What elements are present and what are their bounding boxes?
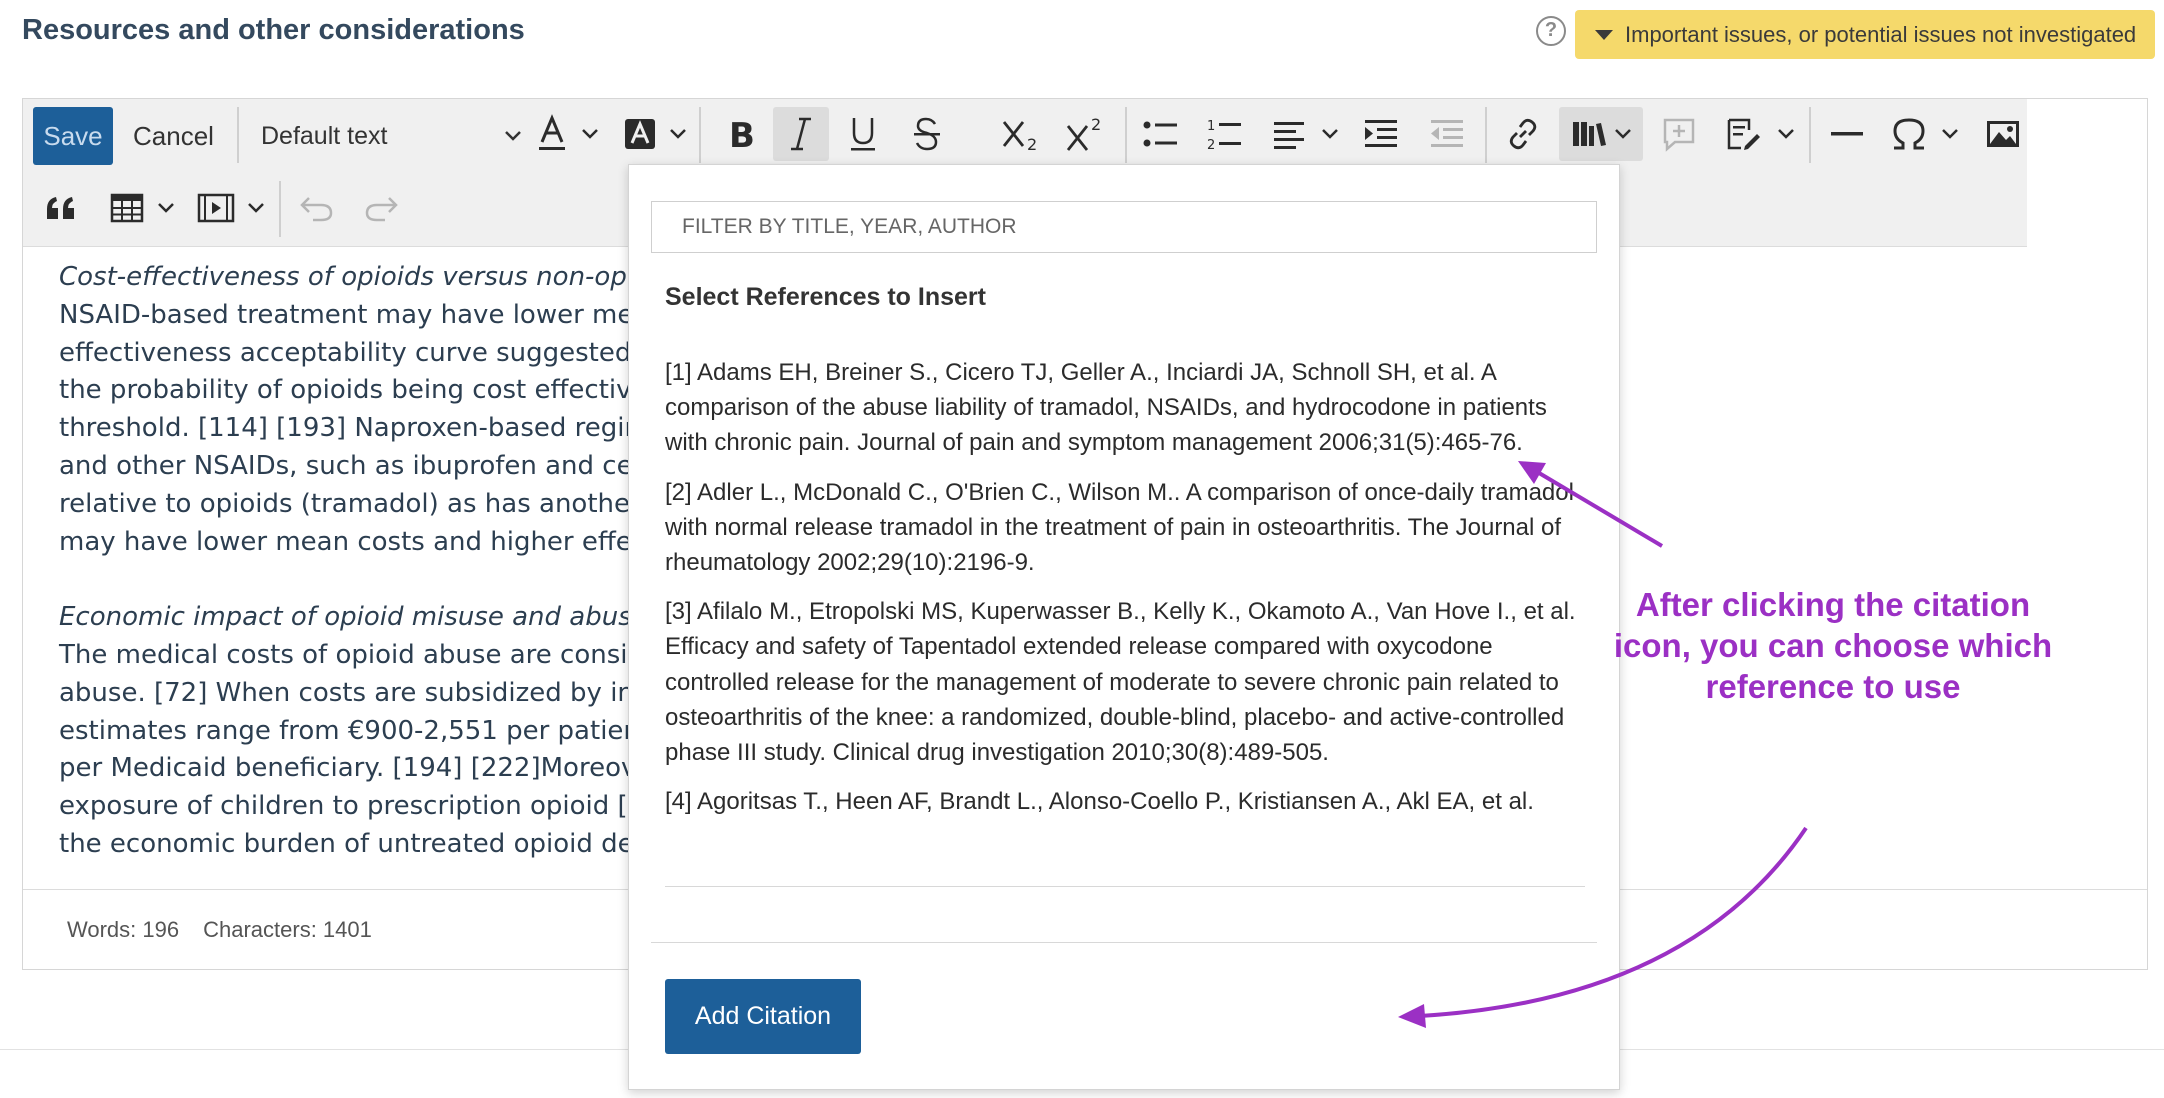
- annotation-arrows: [1398, 461, 1808, 1028]
- annotation-arrow-up: [1532, 468, 1664, 548]
- annotation-arrow-curve: [1419, 826, 1808, 1018]
- annotation-arrowhead-left: [1398, 1004, 1426, 1028]
